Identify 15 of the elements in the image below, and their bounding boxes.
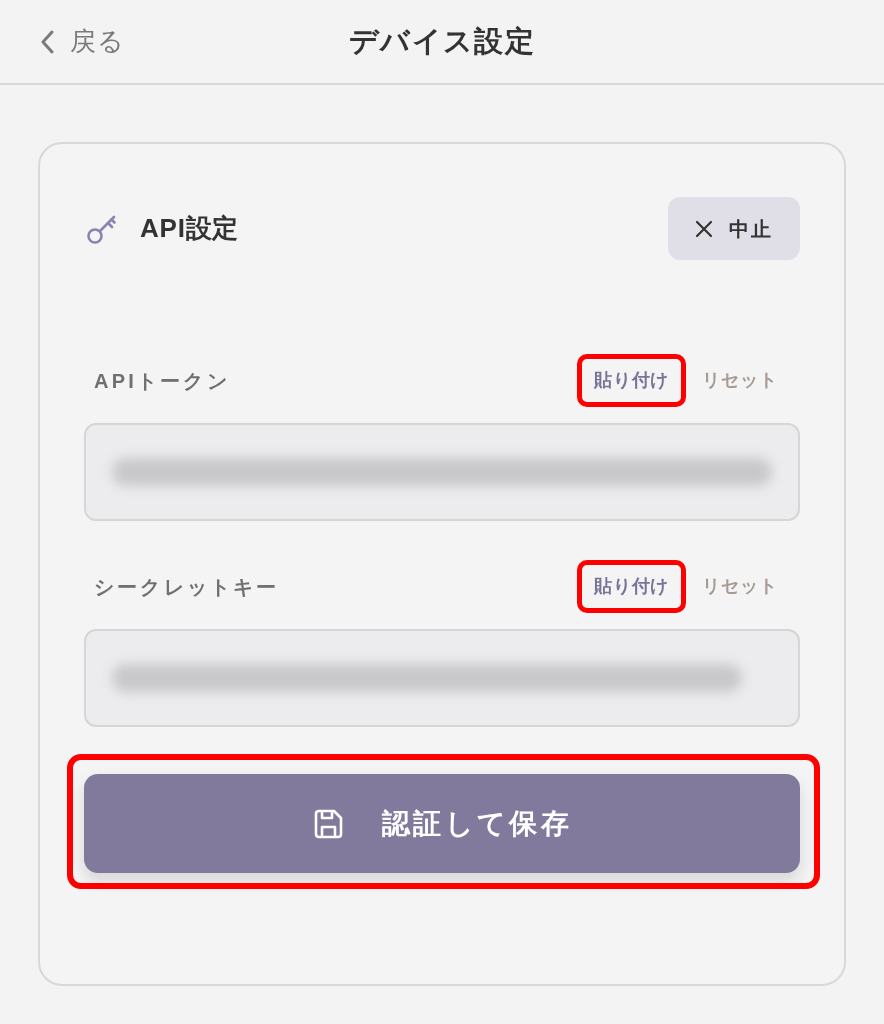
field-label: APIトークン bbox=[93, 368, 230, 394]
paste-button[interactable]: 貼り付け bbox=[576, 560, 687, 613]
input-field[interactable] bbox=[84, 423, 800, 521]
page-title: デバイス設定 bbox=[348, 23, 536, 59]
field-label: シークレットキー bbox=[93, 574, 280, 600]
back-button[interactable]: 戻る bbox=[40, 22, 126, 61]
section-title: API設定 bbox=[140, 212, 240, 245]
close-icon bbox=[695, 219, 713, 238]
chevron-left-icon bbox=[40, 29, 54, 54]
reset-button[interactable]: リセット bbox=[702, 354, 778, 407]
reset-button[interactable]: リセット bbox=[702, 560, 778, 613]
paste-button[interactable]: 貼り付け bbox=[576, 354, 687, 407]
save-button[interactable]: 認証して保存 bbox=[84, 774, 800, 873]
cancel-button[interactable]: 中止 bbox=[668, 197, 800, 260]
input-field[interactable] bbox=[84, 629, 800, 727]
